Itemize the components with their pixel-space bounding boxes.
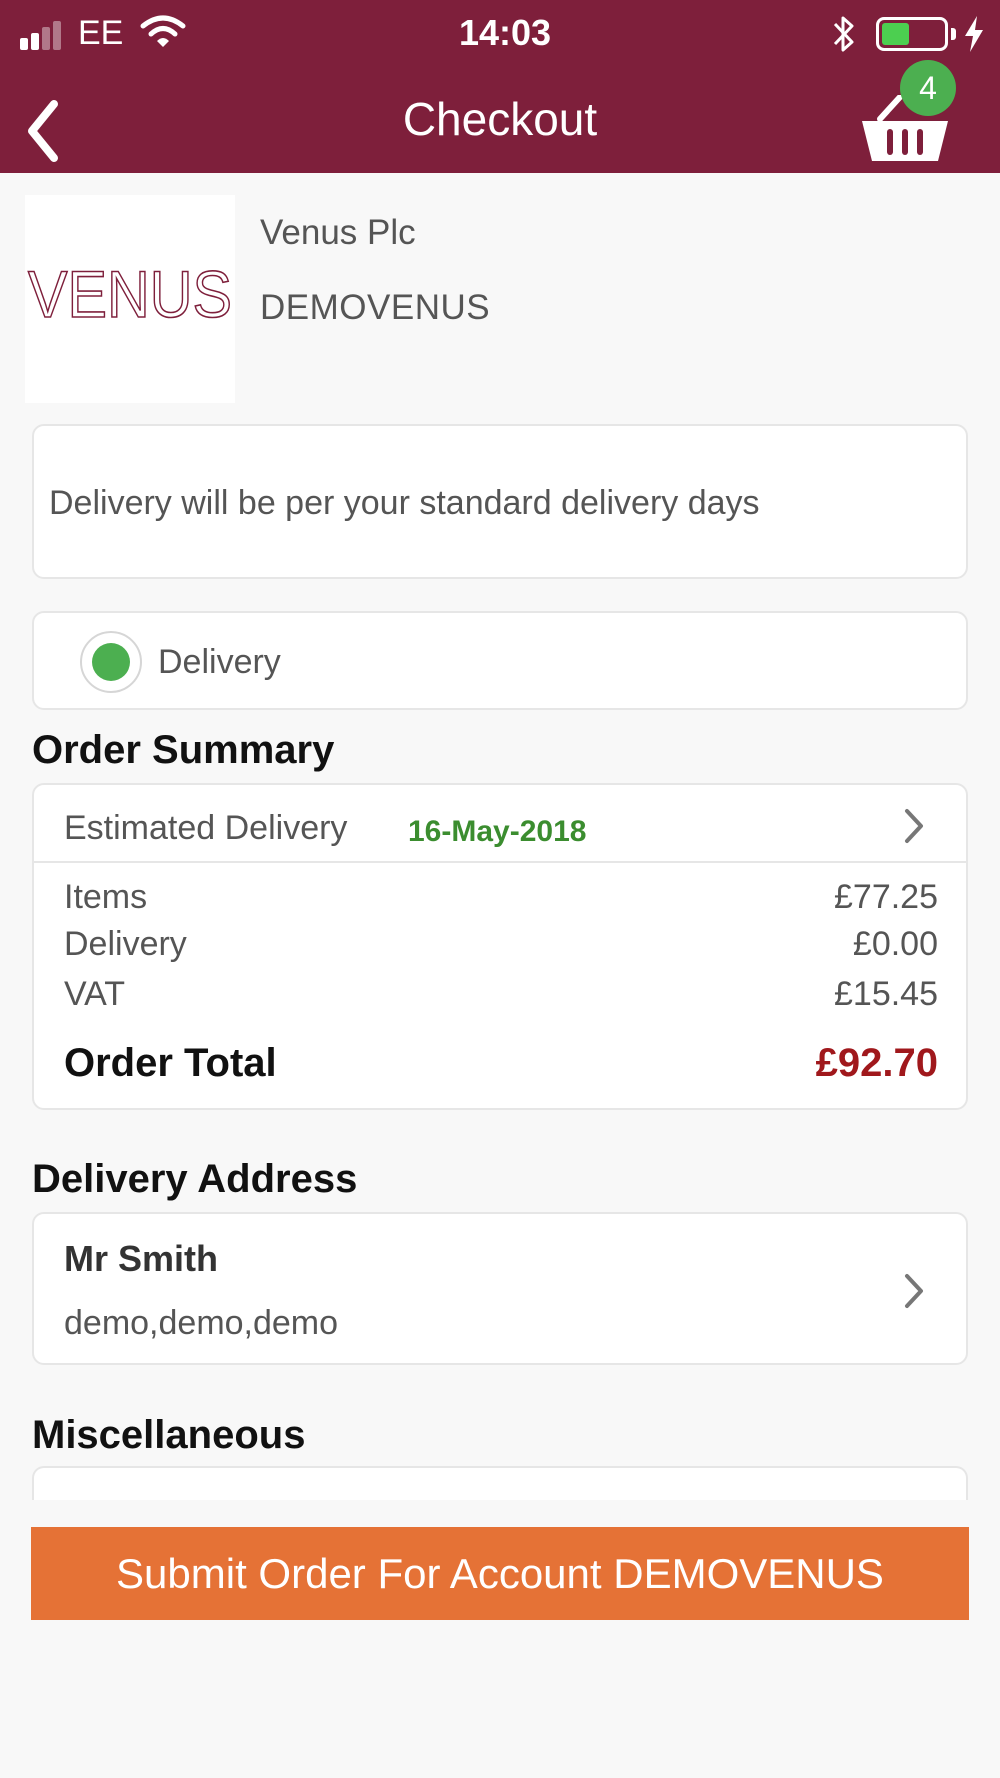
line-label: Delivery — [64, 925, 187, 963]
venus-logo: VENUS — [27, 265, 233, 327]
delivery-address-title: Delivery Address — [32, 1157, 358, 1201]
order-summary-title: Order Summary — [32, 728, 335, 772]
order-total-value: £92.70 — [815, 1041, 938, 1085]
address-name: Mr Smith — [64, 1238, 219, 1279]
chevron-right-icon — [905, 1274, 923, 1308]
radio-selected-dot — [92, 643, 130, 681]
address-lines: demo,demo,demo — [64, 1304, 339, 1342]
status-bar: EE 14:03 — [0, 0, 1000, 70]
chevron-right-icon — [905, 809, 923, 843]
bluetooth-icon — [833, 16, 854, 52]
account-code: DEMOVENUS — [260, 288, 491, 327]
delivery-method-label: Delivery — [158, 643, 281, 681]
delivery-radio[interactable] — [80, 631, 142, 693]
order-summary-card: Estimated Delivery 16-May-2018 Items £77… — [32, 783, 968, 1110]
summary-line-items: Items £77.25 — [64, 878, 938, 924]
line-value: £15.45 — [834, 975, 938, 1013]
line-value: £0.00 — [852, 925, 938, 963]
svg-text:VENUS: VENUS — [28, 265, 232, 327]
delivery-note-card: Delivery will be per your standard deliv… — [32, 424, 968, 579]
app-header: EE 14:03 Checkout 4 — [0, 0, 1000, 173]
merchant-logo: VENUS — [25, 195, 235, 403]
submit-order-button[interactable]: Submit Order For Account DEMOVENUS — [31, 1527, 969, 1620]
delivery-note-text: Delivery will be per your standard deliv… — [49, 484, 760, 522]
order-total-row: Order Total £92.70 — [64, 1041, 938, 1087]
estimated-delivery-date: 16-May-2018 — [408, 815, 587, 848]
order-total-label: Order Total — [64, 1041, 277, 1085]
delivery-method-option[interactable]: Delivery — [32, 611, 968, 710]
scroll-clip — [0, 1500, 1000, 1526]
battery-icon — [876, 17, 948, 51]
estimated-delivery-label: Estimated Delivery — [64, 809, 348, 847]
summary-line-vat: VAT £15.45 — [64, 975, 938, 1021]
line-label: Items — [64, 878, 148, 916]
summary-line-delivery: Delivery £0.00 — [64, 925, 938, 971]
charging-icon — [965, 16, 983, 52]
line-value: £77.25 — [834, 878, 938, 916]
delivery-address-card[interactable]: Mr Smith demo,demo,demo — [32, 1212, 968, 1365]
miscellaneous-title: Miscellaneous — [32, 1413, 306, 1457]
battery-tip — [951, 28, 956, 40]
page-title: Checkout — [402, 93, 598, 145]
merchant-name: Venus Plc — [260, 213, 416, 252]
line-label: VAT — [64, 975, 126, 1013]
battery-level — [882, 23, 909, 45]
basket-count-badge[interactable]: 4 — [900, 60, 956, 116]
estimated-delivery-row[interactable]: Estimated Delivery 16-May-2018 — [34, 785, 966, 863]
